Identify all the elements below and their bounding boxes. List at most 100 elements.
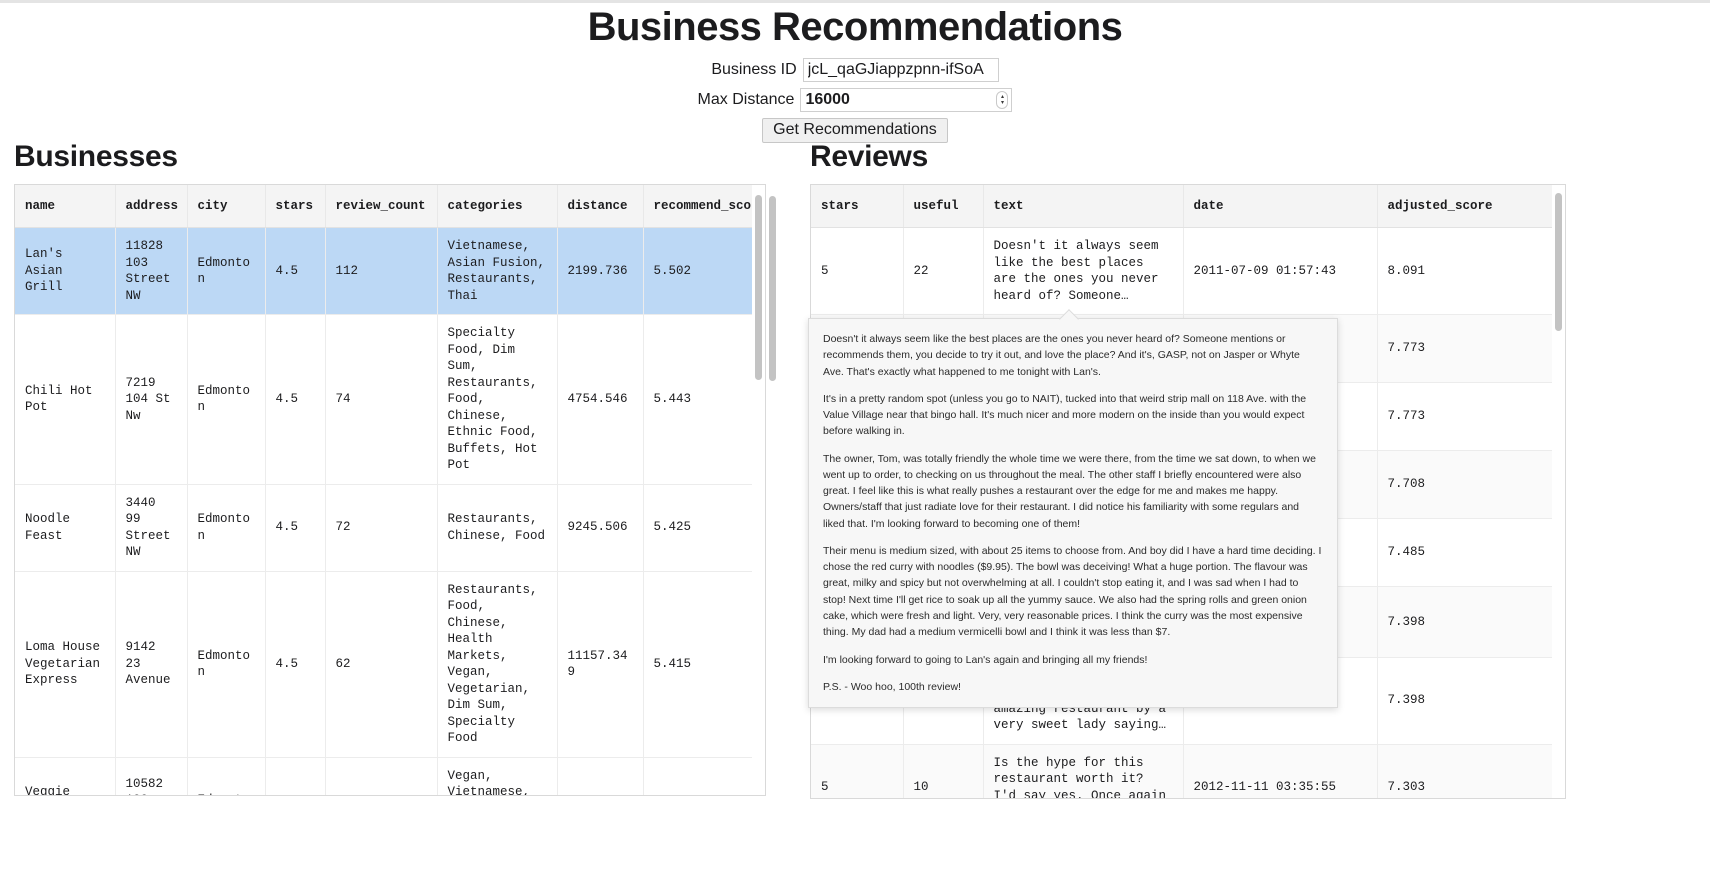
cell-stars: 5 <box>811 227 904 315</box>
page-title: Business Recommendations <box>587 5 1123 49</box>
column-header-review-count[interactable]: review_count <box>325 185 438 228</box>
column-header-distance[interactable]: distance <box>557 185 644 228</box>
businesses-table-body: Lan's Asian Grill 11828 103 Street NW Ed… <box>15 227 765 795</box>
column-header-categories[interactable]: categories <box>437 185 558 228</box>
cell-review-count: 62 <box>325 571 438 758</box>
cell-categories: Restaurants, Chinese, Food <box>437 484 558 572</box>
column-header-recommend-score[interactable]: recommend_score <box>643 185 765 228</box>
table-row[interactable]: Lan's Asian Grill 11828 103 Street NW Ed… <box>15 227 765 315</box>
cell-adjusted-score: 7.303 <box>1377 744 1565 798</box>
business-id-label: Business ID <box>711 61 797 78</box>
column-header-adjusted-score[interactable]: adjusted_score <box>1377 185 1565 228</box>
cell-adjusted-score: 8.091 <box>1377 227 1565 315</box>
cell-name: Chili Hot Pot <box>15 314 116 485</box>
cell-name: Lan's Asian Grill <box>15 227 116 315</box>
cell-text[interactable]: Is the hype for this restaurant worth it… <box>983 744 1184 798</box>
scrollbar-thumb[interactable] <box>1555 193 1562 331</box>
cell-city: Edmonton <box>187 314 266 485</box>
cell-adjusted-score: 7.773 <box>1377 314 1565 383</box>
cell-review-count: 72 <box>325 757 438 795</box>
cell-city: Edmonton <box>187 757 266 795</box>
cell-recommend-score: 5.411 <box>643 757 765 795</box>
cell-categories: Vietnamese, Asian Fusion, Restaurants, T… <box>437 227 558 315</box>
cell-categories: Vegan, Vietnamese, Restaurants, Vegetari… <box>437 757 558 795</box>
cell-stars: 5 <box>811 744 904 798</box>
cell-recommend-score: 5.425 <box>643 484 765 572</box>
tooltip-paragraph: I'm looking forward to going to Lan's ag… <box>823 653 1148 666</box>
businesses-table: name address city stars review_count cat… <box>15 185 765 795</box>
cell-review-count: 74 <box>325 314 438 485</box>
max-distance-input[interactable] <box>800 88 1013 112</box>
tooltip-paragraph: Their menu is medium sized, with about 2… <box>823 544 1322 639</box>
cell-text[interactable]: Doesn't it always seem like the best pla… <box>983 227 1184 315</box>
review-text-tooltip: Doesn't it always seem like the best pla… <box>808 309 1338 709</box>
cell-recommend-score: 5.415 <box>643 571 765 758</box>
cell-address: 11828 103 Street NW <box>115 227 188 315</box>
cell-useful: 10 <box>903 744 984 798</box>
cell-adjusted-score: 7.398 <box>1377 586 1565 658</box>
cell-useful: 22 <box>903 227 984 315</box>
cell-adjusted-score: 7.708 <box>1377 450 1565 519</box>
table-row[interactable]: 5 22 Doesn't it always seem like the bes… <box>811 227 1565 315</box>
scrollbar-thumb[interactable] <box>769 196 776 381</box>
business-id-input[interactable] <box>802 58 999 82</box>
table-row[interactable]: Veggie Garden Restaurant 10582 100 Stree… <box>15 757 765 795</box>
tooltip-paragraph: P.S. - Woo hoo, 100th review! <box>823 680 961 693</box>
max-distance-wrapper: ▴ ▾ <box>800 88 1013 112</box>
reviews-vertical-scrollbar[interactable] <box>1552 185 1565 798</box>
cell-stars: 4.5 <box>265 757 326 795</box>
scrollbar-thumb[interactable] <box>755 195 762 380</box>
tooltip-paragraph: It's in a pretty random spot (unless you… <box>823 392 1307 438</box>
column-header-useful[interactable]: useful <box>903 185 984 228</box>
cell-categories: Restaurants, Food, Chinese, Health Marke… <box>437 571 558 758</box>
max-distance-label: Max Distance <box>697 91 795 108</box>
cell-address: 10582 100 Street NW <box>115 757 188 795</box>
cell-date: 2011-07-09 01:57:43 <box>1183 227 1378 315</box>
businesses-table-scroll[interactable]: name address city stars review_count cat… <box>14 184 766 796</box>
businesses-vertical-scrollbar[interactable] <box>752 185 765 795</box>
column-header-stars[interactable]: stars <box>265 185 326 228</box>
reviews-title: Reviews <box>810 140 928 173</box>
reviews-table-head: stars useful text date adjusted_score <box>811 185 1565 228</box>
column-header-address[interactable]: address <box>115 185 188 228</box>
business-id-row: Business ID <box>0 58 1710 82</box>
table-row[interactable]: Loma House Vegetarian Express 9142 23 Av… <box>15 571 765 758</box>
cell-stars: 4.5 <box>265 484 326 572</box>
table-row[interactable]: Chili Hot Pot 7219 104 St Nw Edmonton 4.… <box>15 314 765 485</box>
cell-name: Loma House Vegetarian Express <box>15 571 116 758</box>
cell-stars: 4.5 <box>265 571 326 758</box>
cell-date: 2012-11-11 03:35:55 <box>1183 744 1378 798</box>
table-row[interactable]: Noodle Feast 3440 99 Street NW Edmonton … <box>15 484 765 572</box>
cell-categories: Specialty Food, Dim Sum, Restaurants, Fo… <box>437 314 558 485</box>
cell-address: 7219 104 St Nw <box>115 314 188 485</box>
column-header-text[interactable]: text <box>983 185 1184 228</box>
cell-city: Edmonton <box>187 484 266 572</box>
cell-city: Edmonton <box>187 571 266 758</box>
reviews-header-row: stars useful text date adjusted_score <box>811 185 1565 228</box>
table-row[interactable]: 5 10 Is the hype for this restaurant wor… <box>811 744 1565 798</box>
browser-chrome-edge <box>0 0 1710 3</box>
cell-name: Noodle Feast <box>15 484 116 572</box>
column-header-stars[interactable]: stars <box>811 185 904 228</box>
cell-name: Veggie Garden Restaurant <box>15 757 116 795</box>
cell-recommend-score: 5.443 <box>643 314 765 485</box>
column-header-name[interactable]: name <box>15 185 116 228</box>
cell-distance: 9245.506 <box>557 484 644 572</box>
recommendation-form: Business ID Max Distance ▴ ▾ Get Recomme… <box>0 58 1710 143</box>
cell-distance: 2199.736 <box>557 227 644 315</box>
tooltip-paragraph: The owner, Tom, was totally friendly the… <box>823 452 1316 530</box>
businesses-table-head: name address city stars review_count cat… <box>15 185 765 228</box>
page-vertical-scrollbar-left[interactable] <box>766 186 779 798</box>
cell-distance: 4754.546 <box>557 314 644 485</box>
cell-stars: 4.5 <box>265 314 326 485</box>
column-header-city[interactable]: city <box>187 185 266 228</box>
cell-distance: 303.216 <box>557 757 644 795</box>
column-header-date[interactable]: date <box>1183 185 1378 228</box>
stepper-down-icon[interactable]: ▾ <box>1001 100 1004 106</box>
cell-review-count: 112 <box>325 227 438 315</box>
cell-address: 3440 99 Street NW <box>115 484 188 572</box>
cell-adjusted-score: 7.398 <box>1377 657 1565 745</box>
businesses-header-row: name address city stars review_count cat… <box>15 185 765 228</box>
cell-stars: 4.5 <box>265 227 326 315</box>
number-stepper[interactable]: ▴ ▾ <box>996 91 1009 109</box>
